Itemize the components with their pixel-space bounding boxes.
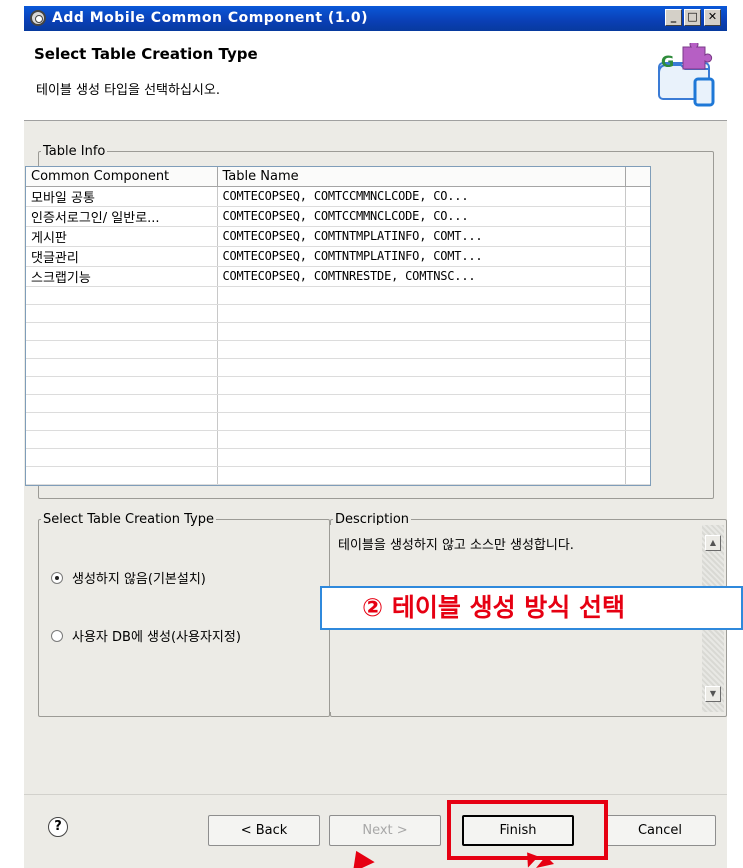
wizard-banner-icon: G xyxy=(658,43,715,107)
title-bar: Add Mobile Common Component (1.0) _ □ ✕ xyxy=(24,6,727,31)
scroll-down-arrow-icon[interactable]: ▼ xyxy=(705,686,721,702)
svg-text:G: G xyxy=(661,52,674,71)
component-cell: 게시판 xyxy=(26,226,218,247)
column-header-common-component[interactable]: Common Component xyxy=(26,167,218,187)
table-info-legend: Table Info xyxy=(43,144,106,159)
table-name-cell: COMTECOPSEQ, COMTNRESTDE, COMTNSC... xyxy=(217,266,626,287)
arrow-annotation-icon xyxy=(352,850,554,868)
table-name-cell: COMTECOPSEQ, COMTNTMPLATINFO, COMT... xyxy=(217,226,626,247)
radio-create-in-user-db[interactable]: 사용자 DB에 생성(사용자지정) xyxy=(51,626,241,645)
component-cell: 인증서로그인/ 일반로... xyxy=(26,206,218,227)
table-info-table[interactable]: Common Component Table Name 모바일 공통 COMTE… xyxy=(25,166,651,486)
creation-type-group: Select Table Creation Type xyxy=(38,512,330,717)
table-name-cell: COMTECOPSEQ, COMTCCMMNCLCODE, CO... xyxy=(217,186,626,207)
annotation-callout: ② 테이블 생성 방식 선택 xyxy=(320,586,743,630)
wizard-header: Select Table Creation Type 테이블 생성 타입을 선택… xyxy=(24,31,727,121)
empty-row xyxy=(26,466,650,485)
radio-label: 생성하지 않음(기본설치) xyxy=(72,572,206,587)
back-button[interactable]: < Back xyxy=(208,815,320,846)
radio-no-create[interactable]: 생성하지 않음(기본설치) xyxy=(51,568,206,587)
table-row[interactable]: 인증서로그인/ 일반로... COMTECOPSEQ, COMTCCMMNCLC… xyxy=(26,206,650,227)
cancel-button[interactable]: Cancel xyxy=(604,815,716,846)
help-icon[interactable]: ? xyxy=(48,817,68,837)
empty-row xyxy=(26,322,650,341)
page-title: Select Table Creation Type xyxy=(34,45,258,63)
component-cell: 댓글관리 xyxy=(26,246,218,267)
table-name-cell: COMTECOPSEQ, COMTCCMMNCLCODE, CO... xyxy=(217,206,626,227)
column-header-table-name[interactable]: Table Name xyxy=(217,167,626,187)
empty-row xyxy=(26,412,650,431)
empty-row xyxy=(26,358,650,377)
component-cell: 스크랩기능 xyxy=(26,266,218,287)
table-name-cell: COMTECOPSEQ, COMTNTMPLATINFO, COMT... xyxy=(217,246,626,267)
empty-row xyxy=(26,394,650,413)
table-row[interactable]: 스크랩기능 COMTECOPSEQ, COMTNRESTDE, COMTNSC.… xyxy=(26,266,650,287)
radio-button[interactable] xyxy=(51,629,63,642)
table-row[interactable]: 댓글관리 COMTECOPSEQ, COMTNTMPLATINFO, COMT.… xyxy=(26,246,650,267)
description-text: 테이블을 생성하지 않고 소스만 생성합니다. xyxy=(338,538,574,553)
close-button[interactable]: ✕ xyxy=(704,9,721,26)
maximize-button[interactable]: □ xyxy=(684,9,701,26)
creation-type-legend: Select Table Creation Type xyxy=(43,512,214,527)
next-button[interactable]: Next > xyxy=(329,815,441,846)
empty-row xyxy=(26,430,650,449)
page-subtitle: 테이블 생성 타입을 선택하십시오. xyxy=(36,83,220,98)
empty-row xyxy=(26,376,650,395)
empty-row xyxy=(26,304,650,323)
empty-row xyxy=(26,340,650,359)
component-cell: 모바일 공통 xyxy=(26,186,218,207)
eclipse-gear-icon xyxy=(30,10,46,26)
footer-separator xyxy=(24,794,727,795)
radio-button-checked[interactable] xyxy=(51,571,63,584)
scroll-up-arrow-icon[interactable]: ▲ xyxy=(705,535,721,551)
minimize-button[interactable]: _ xyxy=(665,9,682,26)
table-row[interactable]: 게시판 COMTECOPSEQ, COMTNTMPLATINFO, COMT..… xyxy=(26,226,650,247)
empty-row xyxy=(26,448,650,467)
window-title: Add Mobile Common Component (1.0) xyxy=(52,10,369,26)
table-row[interactable]: 모바일 공통 COMTECOPSEQ, COMTCCMMNCLCODE, CO.… xyxy=(26,186,650,207)
radio-label: 사용자 DB에 생성(사용자지정) xyxy=(72,630,241,645)
column-header-filler xyxy=(625,167,650,187)
empty-row xyxy=(26,286,650,305)
